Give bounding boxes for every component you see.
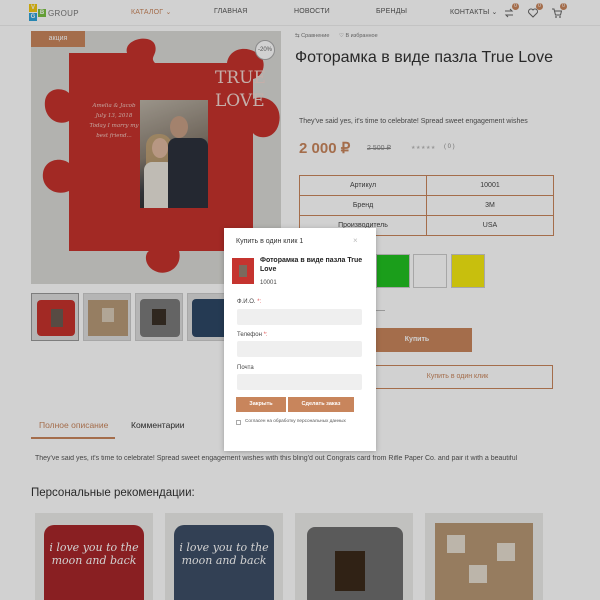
modal-product-name: Фоторамка в виде пазла True Love [260,257,363,273]
phone-field[interactable] [237,341,362,357]
phone-field-label: Телефон *: [237,332,268,338]
name-field[interactable] [237,309,362,325]
email-field[interactable] [237,374,362,390]
modal-product-code: 10001 [260,280,277,286]
modal-product-thumbnail [232,258,254,284]
consent-checkbox[interactable] [236,420,241,425]
email-field-label: Почта [237,365,254,371]
modal-title: Купить в один клик 1 [236,238,304,245]
close-icon[interactable]: × [353,236,358,245]
place-order-button[interactable]: Сделать заказ [288,397,354,412]
required-mark: *: [257,299,262,305]
email-label-text: Почта [237,365,254,371]
required-mark: *: [263,332,268,338]
name-label-text: Ф.И.О. [237,299,256,305]
one-click-modal: Купить в один клик 1 × Фоторамка в виде … [224,228,376,451]
close-button[interactable]: Закрыть [236,397,286,412]
name-field-label: Ф.И.О. *: [237,299,261,305]
phone-label-text: Телефон [237,332,262,338]
consent-label: Согласен на обработку персональных данны… [245,418,346,423]
